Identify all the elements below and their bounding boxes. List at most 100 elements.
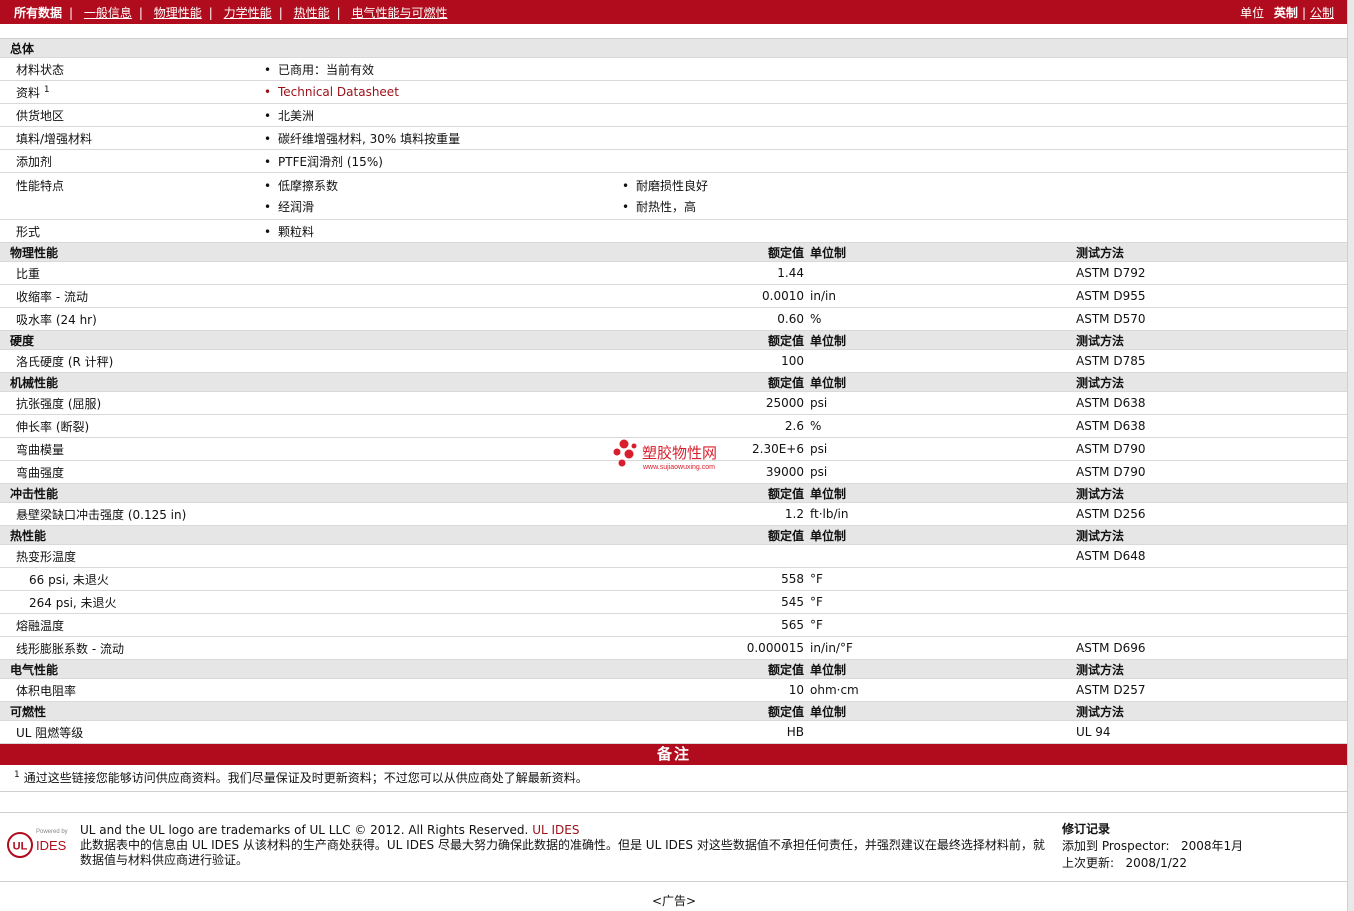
section-title: 电气性能 [0,659,512,679]
test-method: ASTM D785 [1076,349,1349,373]
ul-ides-link[interactable]: UL IDES [532,823,579,837]
table-row: 264 psi, 未退火 545 °F [0,590,1349,614]
technical-datasheet-link[interactable]: Technical Datasheet [262,85,399,99]
legal-text: UL and the UL logo are trademarks of UL … [80,823,1050,868]
section-header-mechanical: 机械性能 额定值 单位制 测试方法 [0,372,1349,392]
table-row: 线形膨胀系数 - 流动 0.000015 in/in/°F ASTM D696 [0,636,1349,660]
property-name: 材料状态 [0,57,262,81]
property-value: 0.60 [512,307,810,331]
property-unit: ohm·cm [810,678,1076,702]
section-title: 机械性能 [0,372,512,392]
top-nav-bar: 所有数据 | 一般信息 | 物理性能 | 力学性能 | 热性能 | 电气性能与可燃性 单位… [0,0,1348,24]
test-method [1076,613,1349,637]
nav-separator: | [278,6,283,20]
property-name: 弯曲模量 [0,437,512,461]
property-name: 线形膨胀系数 - 流动 [0,636,512,660]
section-header-impact: 冲击性能 额定值 单位制 测试方法 [0,483,1349,503]
row-features: 性能特点 低摩擦系数 耐磨损性良好 经润滑 耐热性，高 [0,172,1349,220]
feature-item: 耐热性，高 [620,198,920,215]
footer: UL Powered by IDES UL and the UL logo ar… [0,813,1348,882]
notes-header: 备注 [0,744,1348,765]
unit-switcher: 单位 英制 | 公制 [1240,4,1334,21]
unit-metric-link[interactable]: 公制 [1310,6,1334,20]
test-method: ASTM D638 [1076,414,1349,438]
test-method: ASTM D638 [1076,391,1349,415]
property-value: 碳纤维增强材料, 30% 填料按重量 [262,132,460,146]
nav-general-info[interactable]: 一般信息 [84,6,132,20]
unit-separator: | [1301,6,1306,20]
property-value: 545 [512,590,810,614]
property-name: 填料/增强材料 [0,126,262,150]
section-header-hardness: 硬度 额定值 单位制 测试方法 [0,330,1349,350]
property-name: 热变形温度 [0,544,512,568]
row-literature: 资料 1 Technical Datasheet [0,80,1349,104]
property-unit [810,544,1076,568]
property-unit: % [810,307,1076,331]
property-name: 悬壁梁缺口冲击强度 (0.125 in) [0,502,512,526]
property-value: HB [512,720,810,744]
col-header-value: 额定值 [512,701,810,721]
col-header-value: 额定值 [512,372,810,392]
property-name: 形式 [0,219,262,243]
footnote: 1 通过这些链接您能够访问供应商资料。我们尽量保证及时更新资料；不过您可以从供应商… [0,765,1348,792]
test-method: ASTM D696 [1076,636,1349,660]
section-title: 硬度 [0,330,512,350]
col-header-method: 测试方法 [1076,372,1349,392]
row-form: 形式 颗粒料 [0,219,1349,243]
property-name: 资料 1 [0,80,262,104]
property-value: 2.6 [512,414,810,438]
property-value: 10 [512,678,810,702]
test-method: ASTM D790 [1076,460,1349,484]
table-row: 比重 1.44 ASTM D792 [0,261,1349,285]
nav-electrical-flammability[interactable]: 电气性能与可燃性 [351,6,447,20]
section-title: 物理性能 [0,242,512,262]
table-row: 体积电阻率 10 ohm·cm ASTM D257 [0,678,1349,702]
section-title: 总体 [0,39,1349,58]
test-method: ASTM D955 [1076,284,1349,308]
property-value: 100 [512,349,810,373]
property-name: 抗张强度 (屈服) [0,391,512,415]
feature-item: 耐磨损性良好 [620,177,920,194]
col-header-method: 测试方法 [1076,525,1349,545]
nav-thermal[interactable]: 热性能 [294,6,330,20]
watermark-logo: 塑胶物性网 www.sujiaowuxing.com [613,439,717,471]
test-method: ASTM D257 [1076,678,1349,702]
revision-added: 添加到 Prospector: 2008年1月 [1062,839,1244,853]
section-header-electrical: 电气性能 额定值 单位制 测试方法 [0,659,1349,679]
test-method: UL 94 [1076,720,1349,744]
nav-physical[interactable]: 物理性能 [154,6,202,20]
nav-all-data[interactable]: 所有数据 [14,6,62,20]
property-unit: in/in/°F [810,636,1076,660]
property-unit: °F [810,613,1076,637]
col-header-unit: 单位制 [810,701,1076,721]
logo-ul-text: UL [13,841,28,853]
footnote-ref: 1 [43,84,50,95]
table-row: 66 psi, 未退火 558 °F [0,567,1349,591]
nav-separator: | [208,6,213,20]
col-header-unit: 单位制 [810,330,1076,350]
property-unit: °F [810,567,1076,591]
vertical-scrollbar[interactable] [1347,0,1354,911]
feature-item: 经润滑 [262,198,620,215]
property-name: 比重 [0,261,512,285]
property-value: 1.2 [512,502,810,526]
property-value: 1.44 [512,261,810,285]
revision-history: 修订记录 添加到 Prospector: 2008年1月 上次更新: 2008/… [1062,821,1342,872]
row-region: 供货地区 北美洲 [0,103,1349,127]
table-row: 热变形温度 ASTM D648 [0,544,1349,568]
section-header-flammability: 可燃性 额定值 单位制 测试方法 [0,701,1349,721]
property-value: 0.000015 [512,636,810,660]
col-header-unit: 单位制 [810,483,1076,503]
features-list: 低摩擦系数 耐磨损性良好 经润滑 耐热性，高 [262,173,1348,219]
test-method: ASTM D570 [1076,307,1349,331]
test-method: ASTM D792 [1076,261,1349,285]
table-row: 吸水率 (24 hr) 0.60 % ASTM D570 [0,307,1349,331]
footnote-number: 1 [14,770,20,780]
row-material-status: 材料状态 已商用：当前有效 [0,57,1349,81]
section-header-thermal: 热性能 额定值 单位制 测试方法 [0,525,1349,545]
table-row: 抗张强度 (屈服) 25000 psi ASTM D638 [0,391,1349,415]
property-value [512,544,810,568]
property-unit: ft·lb/in [810,502,1076,526]
unit-imperial[interactable]: 英制 [1274,6,1298,20]
nav-mechanical[interactable]: 力学性能 [224,6,272,20]
